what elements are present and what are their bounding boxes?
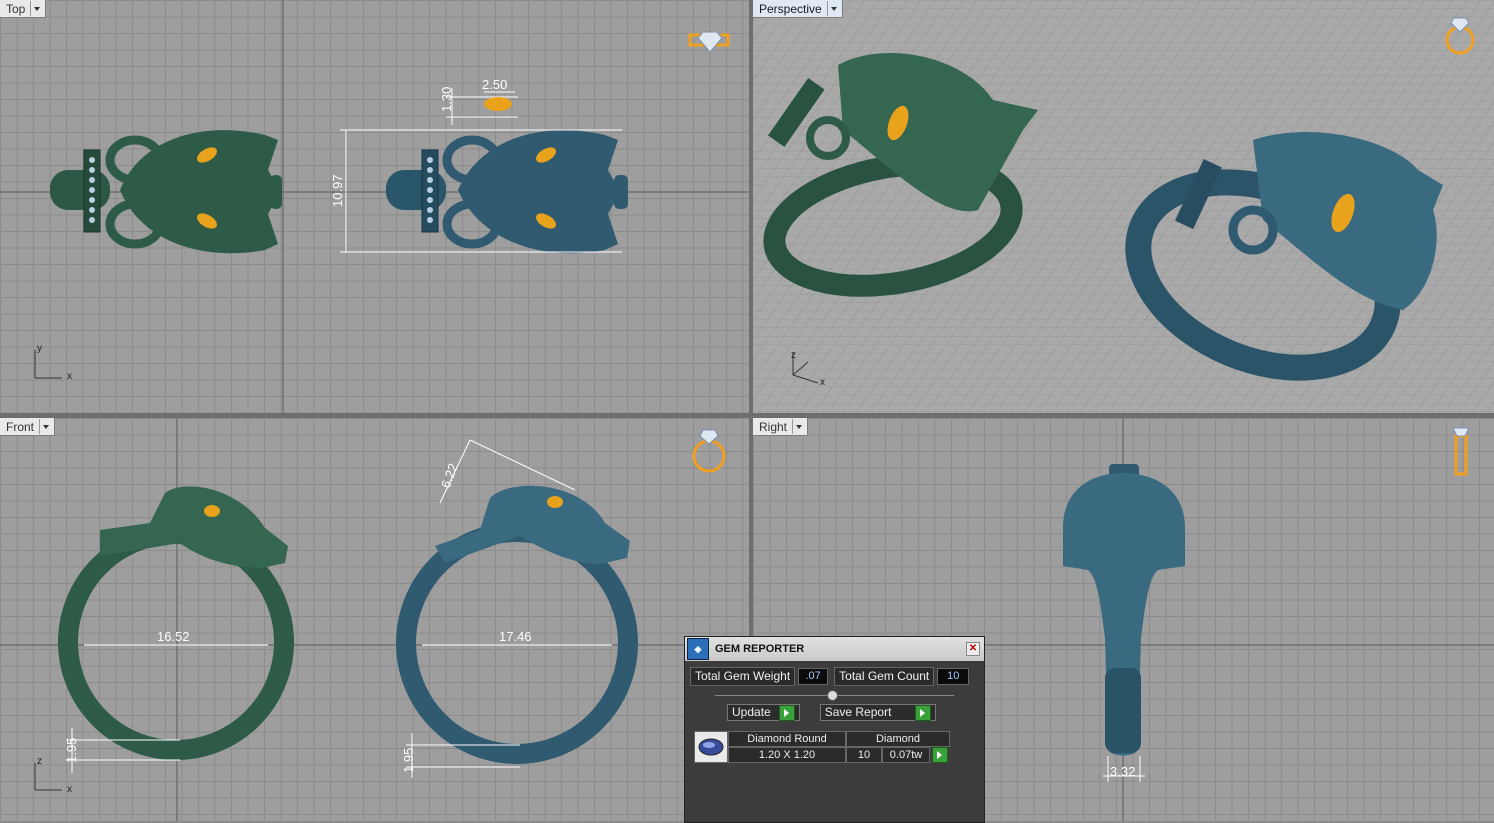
play-icon[interactable]: [932, 747, 948, 763]
dimension-label: 10.97: [330, 174, 345, 207]
gem-reporter-titlebar[interactable]: ◈ GEM REPORTER ✕: [685, 637, 984, 661]
dimension-label: 1.30: [439, 86, 454, 112]
axis-x-label: x: [67, 784, 72, 795]
blue-ring-right[interactable]: [1063, 464, 1185, 756]
blue-ring-front[interactable]: [396, 485, 638, 764]
ring-icon[interactable]: [1452, 427, 1470, 476]
blue-ring-top[interactable]: [386, 130, 628, 254]
viewport-front[interactable]: Front z x 16.52 17.46 1.95 1.95 6.22: [0, 418, 749, 821]
gem-top: [484, 97, 512, 111]
gem-reporter-logo-icon: ◈: [687, 638, 709, 660]
dimension-label: 2.50: [482, 77, 508, 92]
gem-actions-row: Update Save Report: [690, 704, 979, 721]
green-ring-front[interactable]: [58, 486, 294, 760]
axis-z-label: z: [37, 756, 42, 767]
viewport-label-top[interactable]: Top: [0, 0, 47, 18]
dimension-label: 1.95: [401, 747, 416, 773]
update-button[interactable]: Update: [727, 704, 800, 721]
viewport-divider-horizontal[interactable]: [0, 413, 1494, 418]
perspective-view-scene: [753, 0, 1494, 413]
total-gem-weight-value: .07: [798, 668, 829, 685]
total-gem-weight-label: Total Gem Weight: [690, 667, 796, 686]
axis-icon: [34, 350, 62, 379]
close-icon[interactable]: ✕: [966, 642, 980, 656]
gem-panel-splitter[interactable]: [715, 690, 954, 701]
play-icon[interactable]: [778, 704, 795, 721]
chevron-down-icon[interactable]: [30, 1, 41, 16]
dimension-label: 1.95: [64, 737, 79, 763]
viewport-perspective[interactable]: Perspective z x: [753, 0, 1494, 413]
viewport-label-front[interactable]: Front: [0, 418, 56, 436]
axis-z-label: z: [791, 350, 796, 361]
axis-x-label: x: [820, 377, 825, 388]
dimension-label: 3.32: [1110, 764, 1136, 779]
gem-reporter-panel: ◈ GEM REPORTER ✕ Total Gem Weight .07 To…: [684, 636, 985, 823]
diamond-icon[interactable]: [688, 31, 730, 53]
dimension-label: 17.46: [499, 629, 532, 644]
total-gem-count-value: 10: [937, 668, 970, 685]
round-gem-icon: [694, 731, 728, 763]
viewport-label-perspective[interactable]: Perspective: [753, 0, 843, 18]
gem-count-cell: 10: [846, 747, 882, 763]
top-view-scene: [0, 0, 749, 413]
splitter-handle-icon[interactable]: [827, 690, 838, 701]
dimension-label: 16.52: [157, 629, 190, 644]
viewport-top[interactable]: Top y x 2.50 1.30 10.97: [0, 0, 749, 413]
total-gem-count-label: Total Gem Count: [834, 667, 935, 686]
axis-y-label: y: [37, 343, 42, 354]
green-ring-top[interactable]: [50, 130, 282, 254]
axis-x-label: x: [67, 371, 72, 382]
chevron-down-icon[interactable]: [39, 419, 50, 434]
gem-totals-row: Total Gem Weight .07 Total Gem Count 10: [690, 667, 979, 686]
chevron-down-icon[interactable]: [826, 1, 838, 16]
gem-carat-cell: 0.07tw: [882, 747, 930, 763]
gem-reporter-title: GEM REPORTER: [715, 643, 805, 655]
save-report-button[interactable]: Save Report: [819, 704, 937, 721]
gem-size-cell: 1.20 X 1.20: [728, 747, 846, 763]
gem-name-cell: Diamond Round: [728, 731, 846, 747]
viewport-label-right[interactable]: Right: [753, 418, 809, 436]
gem-material-cell: Diamond: [846, 731, 950, 747]
gem-list-row[interactable]: Diamond Round Diamond 1.20 X 1.20 10 0.0…: [694, 731, 979, 763]
play-icon[interactable]: [915, 704, 932, 721]
axis-icon: [34, 763, 62, 791]
chevron-down-icon[interactable]: [792, 419, 803, 434]
ring-icon[interactable]: [692, 429, 726, 473]
front-view-scene: [0, 418, 749, 821]
